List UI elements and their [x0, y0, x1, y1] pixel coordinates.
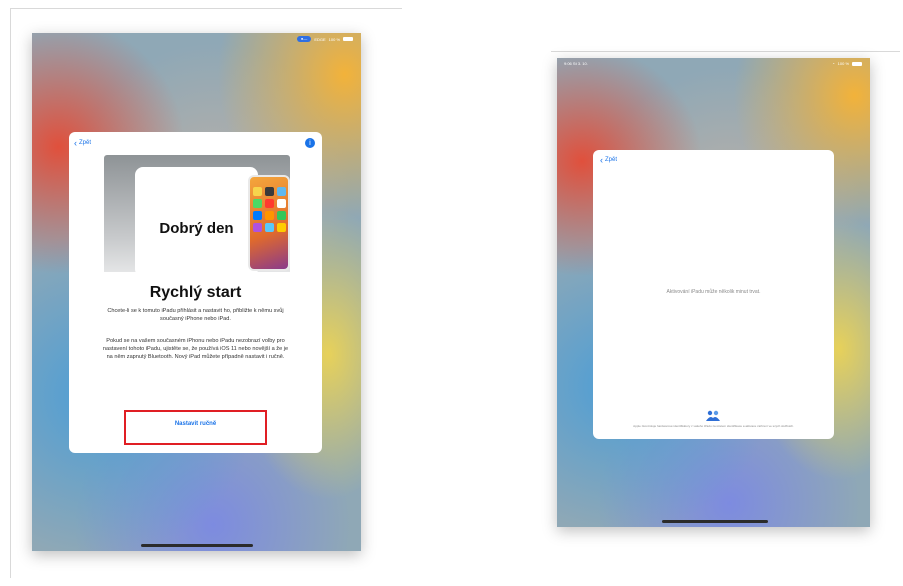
status-bar: ◔ 100 %: [832, 61, 862, 66]
battery-label: 100 %: [328, 36, 340, 42]
chevron-left-icon: ‹: [74, 138, 77, 148]
back-label: Zpět: [79, 140, 92, 146]
back-label: Zpět: [605, 157, 618, 163]
back-button[interactable]: ‹ Zpět: [74, 138, 92, 148]
carrier-label: EDGE: [314, 36, 326, 42]
activation-card: ‹ Zpět Aktivování iPadu může několik min…: [593, 150, 834, 439]
hero-ipad-panel: Dobrý den: [135, 167, 258, 272]
right-screenshot-frame: [551, 51, 900, 52]
privacy-note: Apple zkontroluje hardwarové identifikát…: [633, 424, 794, 428]
privacy-handshake-icon: [706, 410, 720, 421]
home-indicator: [662, 520, 768, 523]
status-time: 9:06 St 3. 10.: [564, 61, 588, 66]
greeting-text: Dobrý den: [159, 220, 234, 237]
ipad-quick-start-screen: ●— EDGE 100 % ‹ Zpět i Dobrý den Rychlý …: [32, 33, 361, 551]
battery-icon: [343, 37, 353, 41]
wifi-icon: ◔: [832, 61, 835, 66]
status-pill: ●—: [296, 36, 312, 42]
quick-start-title: Rychlý start: [149, 284, 242, 301]
back-button[interactable]: ‹ Zpět: [600, 155, 618, 165]
battery-icon: [852, 61, 862, 66]
instructions-paragraph: Chcete-li se k tomuto iPadu přihlásit a …: [107, 308, 284, 322]
info-icon[interactable]: i: [305, 138, 315, 148]
ipad-activation-screen: 9:06 St 3. 10. ◔ 100 % ‹ Zpět Aktivování…: [557, 58, 870, 527]
hero-illustration: Dobrý den: [104, 155, 290, 272]
battery-label: 100 %: [837, 61, 849, 66]
set-up-manually-button[interactable]: Nastavit ručně: [126, 421, 265, 427]
activating-message: Aktivování iPadu může několik minut trva…: [666, 289, 761, 295]
chevron-left-icon: ‹: [600, 155, 603, 165]
highlight-box: Nastavit ručně: [124, 410, 267, 445]
quick-start-card: ‹ Zpět i Dobrý den Rychlý start Chcete-l…: [69, 132, 322, 453]
status-bar: ●— EDGE 100 %: [296, 36, 353, 42]
home-indicator: [141, 544, 253, 547]
date-label: St 3. 10.: [572, 61, 588, 66]
troubleshooting-paragraph: Pokud se na vašem současném iPhonu nebo …: [102, 338, 289, 360]
iphone-illustration: [248, 175, 290, 271]
time-label: 9:06: [564, 61, 572, 66]
